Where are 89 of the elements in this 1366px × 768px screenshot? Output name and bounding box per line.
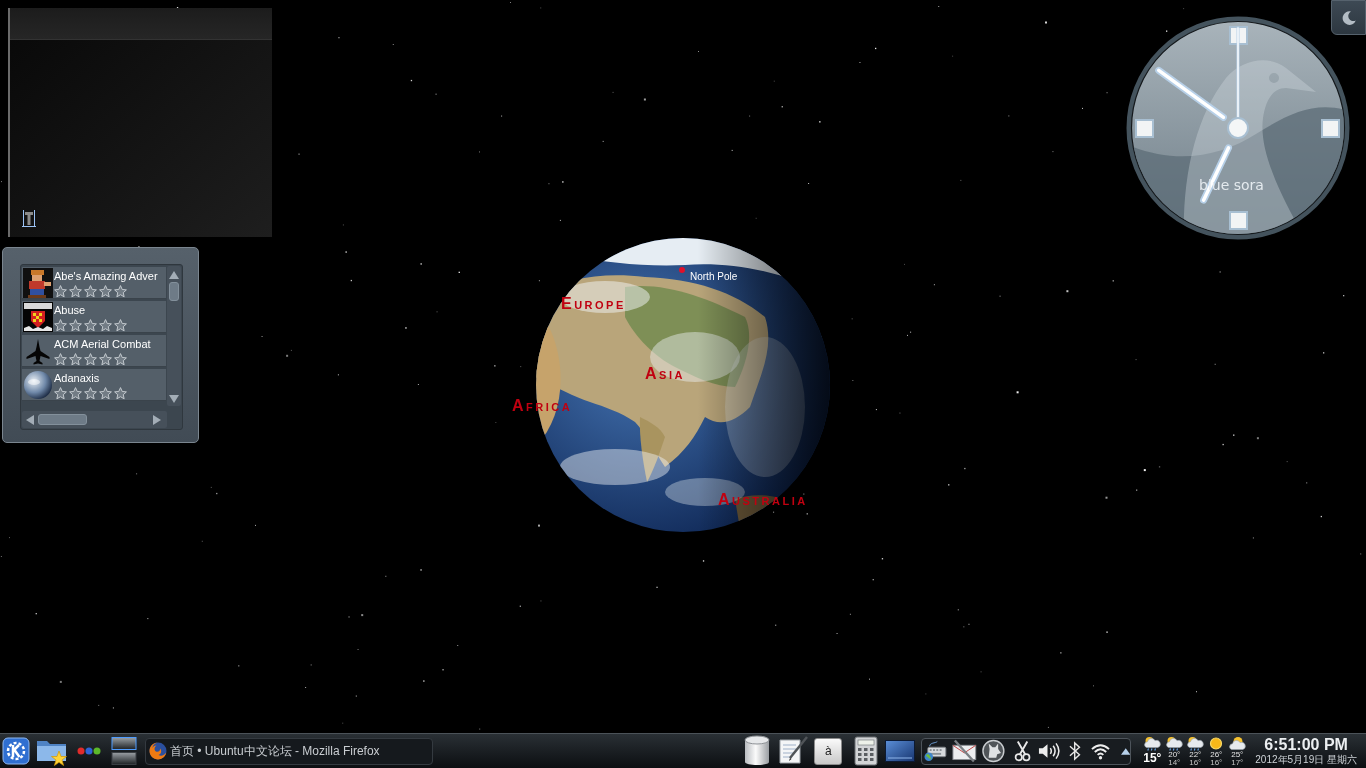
- pager-icon[interactable]: [111, 736, 137, 766]
- high-temperature: 25°: [1231, 750, 1244, 759]
- wifi-icon[interactable]: [1090, 742, 1110, 760]
- region-label: AFRICA: [512, 397, 573, 416]
- rain-cloud-icon: [1165, 735, 1184, 751]
- scroll-left-icon[interactable]: [26, 414, 34, 425]
- current-temperature: 15°: [1143, 751, 1162, 765]
- game-title: Abuse: [54, 304, 86, 317]
- fox-globe-icon: [149, 742, 167, 760]
- high-temperature: 22°: [1189, 750, 1202, 759]
- colored-dots-icon[interactable]: [77, 747, 101, 755]
- t-bracket-icon[interactable]: [22, 210, 36, 228]
- hour-marker: [1229, 211, 1248, 230]
- scroll-right-icon[interactable]: [153, 414, 161, 425]
- star-icon: [114, 387, 127, 400]
- star-icon: [54, 387, 67, 400]
- hour-marker: [1229, 26, 1248, 45]
- star-icon: [69, 353, 82, 366]
- low-temperature: 14°: [1168, 758, 1181, 767]
- horizontal-scrollbar[interactable]: [22, 411, 167, 428]
- notepad-pen-icon[interactable]: [778, 736, 810, 766]
- game-list-item[interactable]: Adanaxis: [22, 369, 167, 401]
- star-rating[interactable]: [54, 353, 127, 366]
- star-icon: [54, 285, 67, 298]
- star-icon: [84, 319, 97, 332]
- star-icon: [114, 319, 127, 332]
- planet-icon: [23, 370, 53, 400]
- scroll-up-icon[interactable]: [169, 271, 180, 279]
- star-icon: [99, 285, 112, 298]
- scrollbar-thumb[interactable]: [169, 282, 180, 301]
- region-label: ASIA: [645, 365, 685, 384]
- star-rating[interactable]: [54, 387, 127, 400]
- low-temperature: 17°: [1231, 758, 1244, 767]
- bluetooth-icon[interactable]: [1069, 741, 1081, 761]
- calculator-icon[interactable]: [854, 736, 879, 766]
- crossed-envelope-icon[interactable]: [952, 739, 977, 763]
- animal-head-icon[interactable]: [981, 739, 1005, 763]
- rain-cloud-icon: [1143, 735, 1162, 751]
- star-icon: [114, 285, 127, 298]
- star-icon: [69, 285, 82, 298]
- star-icon: [69, 387, 82, 400]
- star-icon: [99, 387, 112, 400]
- game-list-item[interactable]: Abe's Amazing Adver: [22, 267, 167, 299]
- high-temperature: 20°: [1168, 750, 1181, 759]
- star-icon: [84, 387, 97, 400]
- crescent-icon: [1341, 10, 1356, 25]
- keyboard-key-button[interactable]: à: [814, 737, 843, 765]
- monitor-icon[interactable]: [885, 740, 916, 762]
- low-temperature: 16°: [1210, 758, 1223, 767]
- star-icon: [54, 319, 67, 332]
- region-label: EUROPE: [561, 295, 626, 314]
- trash-can-icon[interactable]: [743, 735, 772, 767]
- sun-cloud-icon: [1228, 735, 1247, 751]
- star-icon: [99, 353, 112, 366]
- game-list-item[interactable]: ACM Aerial Combat: [22, 335, 167, 367]
- game-list-item[interactable]: Abuse: [22, 301, 167, 333]
- low-temperature: 16°: [1189, 758, 1202, 767]
- star-icon: [84, 285, 97, 298]
- pole-marker-icon: [679, 267, 685, 273]
- volume-icon[interactable]: [1037, 741, 1061, 761]
- scrollbar-thumb[interactable]: [38, 414, 87, 425]
- star-rating[interactable]: [54, 285, 127, 298]
- game-title: Adanaxis: [54, 372, 100, 385]
- star-icon: [54, 353, 67, 366]
- star-icon: [84, 353, 97, 366]
- clock-time: 6:51:00 PM: [1264, 736, 1348, 753]
- game-title: ACM Aerial Combat: [54, 338, 151, 351]
- clock-date: 2012年5月19日 星期六: [1255, 753, 1357, 766]
- pole-label: North Pole: [690, 270, 738, 283]
- keyboard-globe-icon[interactable]: [924, 740, 948, 762]
- high-temperature: 26°: [1210, 750, 1223, 759]
- expand-arrow-icon[interactable]: [1120, 747, 1131, 755]
- cartoon-character-icon: [23, 268, 53, 298]
- scroll-down-icon[interactable]: [169, 395, 180, 403]
- star-icon: [114, 353, 127, 366]
- hour-marker: [1135, 119, 1154, 138]
- hour-marker: [1321, 119, 1340, 138]
- task-button[interactable]: 首页 • Ubuntu中文论坛 - Mozilla Firefox: [145, 737, 433, 765]
- minute-hand: [1155, 66, 1227, 121]
- scissors-icon[interactable]: [1013, 740, 1031, 762]
- vertical-scrollbar[interactable]: [167, 266, 181, 406]
- game-title: Abe's Amazing Adver: [54, 270, 158, 283]
- shield-logo-icon: [23, 302, 53, 332]
- star-icon: [69, 319, 82, 332]
- star-icon: [99, 319, 112, 332]
- desktop-toolbox-button[interactable]: [1331, 0, 1366, 35]
- rain-cloud-icon: [1186, 735, 1205, 751]
- star-rating[interactable]: [54, 319, 127, 332]
- k-gear-icon[interactable]: [2, 736, 30, 766]
